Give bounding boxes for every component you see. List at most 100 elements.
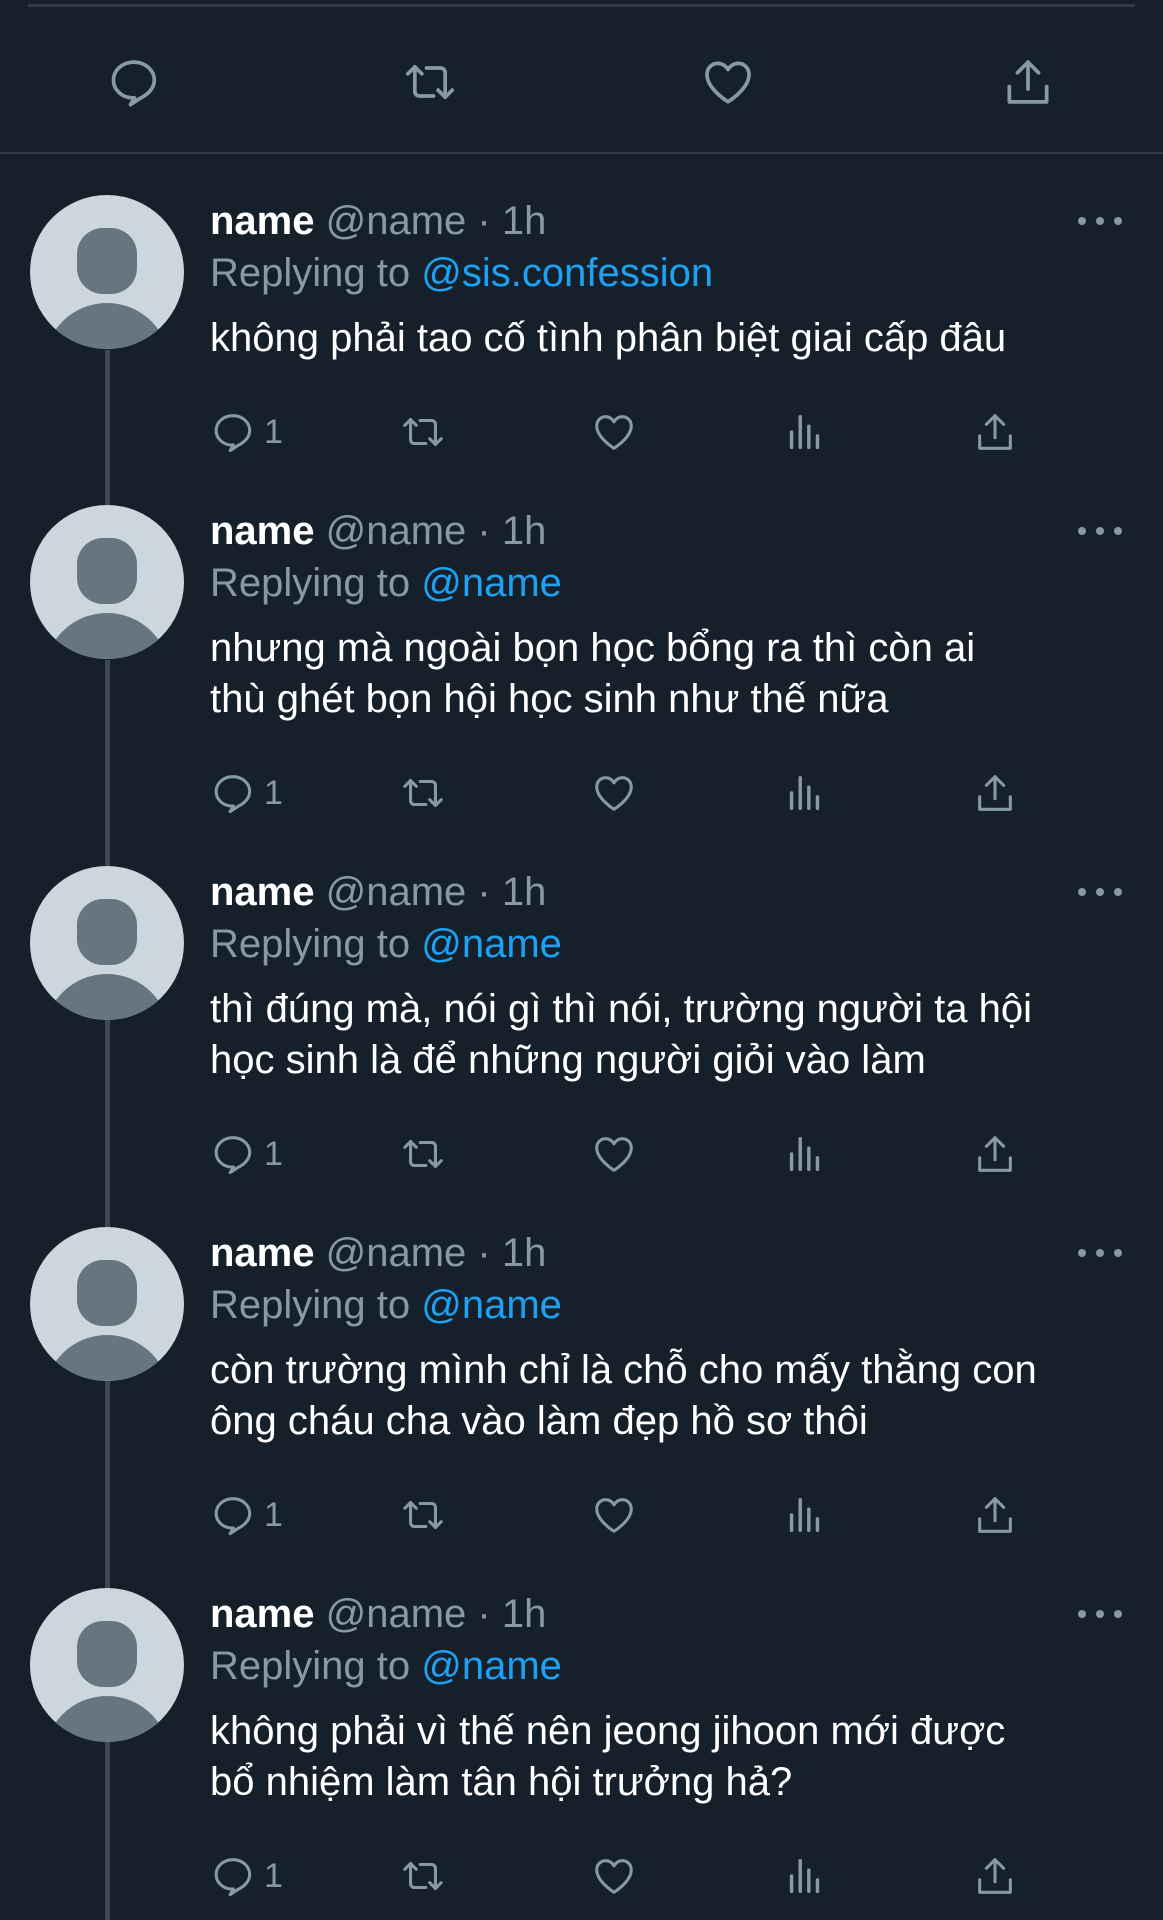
- heart-icon: [595, 776, 633, 811]
- reply-target-link[interactable]: @name: [421, 561, 562, 605]
- reply-prefix: Replying to: [210, 561, 411, 605]
- reply-count: 1: [264, 1495, 283, 1534]
- top-share-button[interactable]: [998, 52, 1058, 112]
- tweet[interactable]: name @name · 1h Replying to @name thì đú…: [0, 866, 1163, 1186]
- reply-prefix: Replying to: [210, 922, 411, 966]
- reply-target-link[interactable]: @sis.confession: [421, 251, 713, 295]
- more-options-button[interactable]: [1078, 521, 1122, 541]
- avatar[interactable]: [30, 505, 184, 659]
- like-button[interactable]: [591, 1129, 637, 1179]
- top-retweet-button[interactable]: [400, 52, 460, 112]
- heart-icon: [595, 1137, 633, 1172]
- replying-to: Replying to @name: [210, 1642, 562, 1690]
- share-button[interactable]: [972, 1490, 1018, 1540]
- share-icon: [978, 775, 1012, 811]
- share-button[interactable]: [972, 407, 1018, 457]
- display-name[interactable]: name: [210, 509, 315, 553]
- display-name[interactable]: name: [210, 870, 315, 914]
- separator: ·: [477, 870, 491, 914]
- retweet-button[interactable]: [400, 1490, 446, 1540]
- display-name[interactable]: name: [210, 199, 315, 243]
- reply-icon: [214, 1497, 252, 1536]
- retweet-icon: [403, 1140, 443, 1168]
- avatar[interactable]: [30, 866, 184, 1020]
- more-options-button[interactable]: [1078, 211, 1122, 231]
- avatar[interactable]: [30, 1588, 184, 1742]
- retweet-button[interactable]: [400, 1851, 446, 1901]
- analytics-icon: [789, 1497, 820, 1533]
- retweet-button[interactable]: [400, 1129, 446, 1179]
- display-name[interactable]: name: [210, 1231, 315, 1275]
- top-like-button[interactable]: [698, 52, 758, 112]
- tweet-text-line: bổ nhiệm làm tân hội trưởng hả?: [210, 1760, 793, 1804]
- reply-target-link[interactable]: @name: [421, 922, 562, 966]
- tweet-action-bar: 1: [210, 1490, 1110, 1540]
- tweet-text-line: còn trường mình chỉ là chỗ cho mấy thằng…: [210, 1348, 1037, 1392]
- heart-icon: [595, 415, 633, 450]
- top-reply-button[interactable]: [104, 52, 164, 112]
- more-options-button[interactable]: [1078, 882, 1122, 902]
- analytics-button[interactable]: [782, 1129, 828, 1179]
- reply-button[interactable]: 1: [210, 1129, 283, 1179]
- share-button[interactable]: [972, 1129, 1018, 1179]
- reply-button[interactable]: 1: [210, 768, 283, 818]
- tweet[interactable]: name @name · 1h Replying to @name còn tr…: [0, 1227, 1163, 1547]
- separator: ·: [477, 199, 491, 243]
- like-button[interactable]: [591, 1851, 637, 1901]
- heart-icon: [595, 1498, 633, 1533]
- tweet-action-bar: 1: [210, 1129, 1110, 1179]
- more-options-button[interactable]: [1078, 1604, 1122, 1624]
- timestamp[interactable]: 1h: [502, 1231, 547, 1275]
- tweet[interactable]: name @name · 1h Replying to @sis.confess…: [0, 195, 1163, 455]
- retweet-button[interactable]: [400, 407, 446, 457]
- share-button[interactable]: [972, 1851, 1018, 1901]
- reply-icon: [214, 1858, 252, 1897]
- tweet-header: name @name · 1h: [210, 868, 546, 916]
- share-icon: [978, 1497, 1012, 1533]
- handle[interactable]: @name: [326, 870, 467, 914]
- reply-count: 1: [264, 1856, 283, 1895]
- share-icon: [978, 1858, 1012, 1894]
- tweet[interactable]: name @name · 1h Replying to @name không …: [0, 1588, 1163, 1908]
- timestamp[interactable]: 1h: [502, 1592, 547, 1636]
- retweet-button[interactable]: [400, 768, 446, 818]
- handle[interactable]: @name: [326, 199, 467, 243]
- handle[interactable]: @name: [326, 1592, 467, 1636]
- display-name[interactable]: name: [210, 1592, 315, 1636]
- reply-button[interactable]: 1: [210, 407, 283, 457]
- reply-button[interactable]: 1: [210, 1490, 283, 1540]
- reply-prefix: Replying to: [210, 251, 411, 295]
- analytics-icon: [789, 1136, 820, 1172]
- timestamp[interactable]: 1h: [502, 870, 547, 914]
- reply-button[interactable]: 1: [210, 1851, 283, 1901]
- avatar[interactable]: [30, 195, 184, 349]
- tweet-header: name @name · 1h: [210, 1229, 546, 1277]
- reply-count: 1: [264, 773, 283, 812]
- like-button[interactable]: [591, 407, 637, 457]
- reply-count: 1: [264, 412, 283, 451]
- avatar[interactable]: [30, 1227, 184, 1381]
- tweet-text-line: học sinh là để những người giỏi vào làm: [210, 1038, 926, 1082]
- reply-target-link[interactable]: @name: [421, 1283, 562, 1327]
- timestamp[interactable]: 1h: [502, 199, 547, 243]
- reply-target-link[interactable]: @name: [421, 1644, 562, 1688]
- more-options-button[interactable]: [1078, 1243, 1122, 1263]
- handle[interactable]: @name: [326, 509, 467, 553]
- handle[interactable]: @name: [326, 1231, 467, 1275]
- like-button[interactable]: [591, 768, 637, 818]
- share-button[interactable]: [972, 768, 1018, 818]
- analytics-button[interactable]: [782, 407, 828, 457]
- reply-icon: [214, 1136, 252, 1175]
- analytics-button[interactable]: [782, 768, 828, 818]
- like-button[interactable]: [591, 1490, 637, 1540]
- retweet-icon: [403, 779, 443, 807]
- tweet[interactable]: name @name · 1h Replying to @name nhưng …: [0, 505, 1163, 825]
- reply-count: 1: [264, 1134, 283, 1173]
- reply-prefix: Replying to: [210, 1644, 411, 1688]
- tweet-text-line: nhưng mà ngoài bọn học bổng ra thì còn a…: [210, 626, 976, 670]
- timestamp[interactable]: 1h: [502, 509, 547, 553]
- analytics-icon: [789, 414, 820, 450]
- analytics-button[interactable]: [782, 1490, 828, 1540]
- analytics-button[interactable]: [782, 1851, 828, 1901]
- replying-to: Replying to @name: [210, 920, 562, 968]
